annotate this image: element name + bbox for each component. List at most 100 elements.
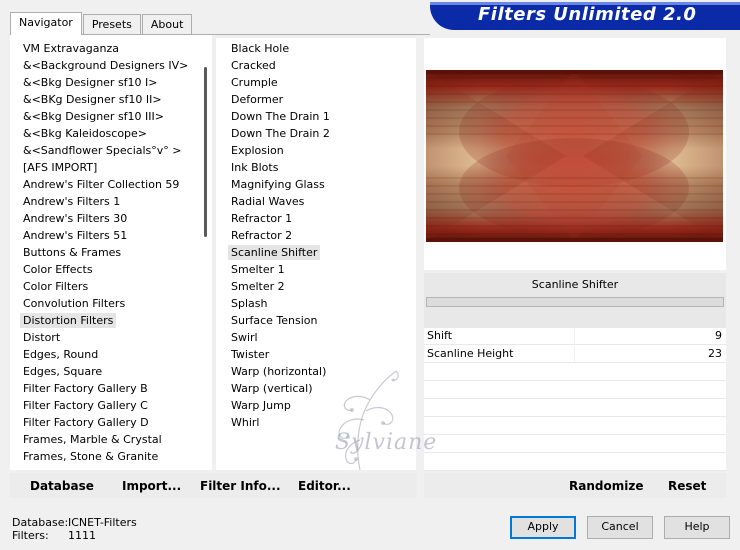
filter-info-button[interactable]: Filter Info... [200, 479, 281, 493]
filter-item-label: Deformer [231, 93, 284, 106]
category-item-label: Andrew's Filters 30 [23, 212, 128, 225]
editor-button[interactable]: Editor... [298, 479, 351, 493]
filter-item-label: Cracked [231, 59, 276, 72]
filter-item-label: Warp Jump [231, 399, 291, 412]
category-item[interactable]: &<Bkg Designer sf10 III> [10, 108, 194, 125]
apply-button[interactable]: Apply [510, 516, 576, 539]
category-item-label: Distort [23, 331, 61, 344]
database-status-label: Database: [12, 516, 69, 529]
parameters-panel: Shift 9 Scanline Height 23 [424, 328, 726, 471]
category-item[interactable]: Frames, Stone & Granite [10, 448, 194, 465]
category-item-label: &<Sandflower Specials°v° > [23, 144, 182, 157]
category-item-label: &<BKg Designer sf10 II> [23, 93, 162, 106]
filter-item[interactable]: Surface Tension [216, 312, 416, 329]
filter-item[interactable]: Down The Drain 1 [216, 108, 416, 125]
category-item[interactable]: Filter Factory Gallery D [10, 414, 194, 431]
filter-item[interactable]: Ink Blots [216, 159, 416, 176]
filter-item[interactable]: Warp (horizontal) [216, 363, 416, 380]
category-item[interactable]: Filter Factory Gallery C [10, 397, 194, 414]
filter-item-label: Surface Tension [231, 314, 318, 327]
filter-name-area: Scanline Shifter [424, 273, 726, 328]
category-item-label: VM Extravaganza [23, 42, 120, 55]
tab-navigator[interactable]: Navigator [10, 12, 82, 35]
category-item[interactable]: Distortion Filters [10, 312, 194, 329]
param-row-empty [424, 364, 726, 381]
database-status-value: ICNET-Filters [68, 516, 137, 529]
param-value[interactable]: 9 [715, 329, 722, 342]
category-scroll-thumb[interactable] [204, 67, 207, 237]
category-item[interactable]: Andrew's Filters 51 [10, 227, 194, 244]
filter-item-label: Smelter 1 [231, 263, 285, 276]
filters-status: Filters: 1111 [12, 529, 96, 542]
tab-about[interactable]: About [141, 14, 193, 34]
category-item[interactable]: Andrew's Filters 1 [10, 193, 194, 210]
param-row-shift[interactable]: Shift 9 [424, 328, 726, 345]
preview-panel [424, 38, 726, 270]
category-item-label: Filter Factory Gallery B [23, 382, 148, 395]
category-item[interactable]: VM Extravaganza [10, 40, 194, 57]
category-item[interactable]: &<Bkg Kaleidoscope> [10, 125, 194, 142]
database-status: Database:ICNET-Filters [12, 516, 137, 529]
cancel-button[interactable]: Cancel [587, 516, 653, 539]
category-item-label: &<Bkg Designer sf10 III> [23, 110, 165, 123]
category-item[interactable]: Edges, Square [10, 363, 194, 380]
param-row-scanline-height[interactable]: Scanline Height 23 [424, 346, 726, 363]
category-item-label: Color Filters [23, 280, 89, 293]
filters-status-label: Filters: [12, 529, 49, 542]
filter-item[interactable]: Whirl [216, 414, 416, 431]
category-item[interactable]: Distort [10, 329, 194, 346]
category-item[interactable]: &<Background Designers IV> [10, 57, 194, 74]
filters-unlimited-window: Navigator Presets About Filters Unlimite… [0, 0, 740, 550]
filter-panel: Black Hole Cracked Crumple Deformer Down The… [216, 38, 416, 470]
category-item-label: Frames, Stone & Granite [23, 450, 159, 463]
category-item[interactable]: Andrew's Filter Collection 59 [10, 176, 194, 193]
category-item-label: Andrew's Filters 51 [23, 229, 128, 242]
filter-item[interactable]: Warp (vertical) [216, 380, 416, 397]
category-item-label: Filter Factory Gallery C [23, 399, 148, 412]
category-item[interactable]: Andrew's Filters 30 [10, 210, 194, 227]
filter-item[interactable]: Magnifying Glass [216, 176, 416, 193]
category-item-label: Andrew's Filters 1 [23, 195, 121, 208]
param-label: Shift [427, 329, 453, 342]
filter-item[interactable]: Refractor 1 [216, 210, 416, 227]
filter-item[interactable]: Swirl [216, 329, 416, 346]
category-item[interactable]: Color Filters [10, 278, 194, 295]
right-toolbar: Randomize Reset [424, 473, 726, 498]
category-item[interactable]: [AFS IMPORT] [10, 159, 194, 176]
randomize-button[interactable]: Randomize [569, 479, 643, 493]
filter-item[interactable]: Cracked [216, 57, 416, 74]
filter-item[interactable]: Smelter 1 [216, 261, 416, 278]
tab-presets[interactable]: Presets [82, 14, 141, 34]
database-button[interactable]: Database [30, 479, 94, 493]
category-item[interactable]: &<BKg Designer sf10 II> [10, 91, 194, 108]
param-value[interactable]: 23 [708, 347, 722, 360]
filter-item[interactable]: Black Hole [216, 40, 416, 57]
category-item[interactable]: Convolution Filters [10, 295, 194, 312]
category-item[interactable]: &<Bkg Designer sf10 I> [10, 74, 194, 91]
category-item[interactable]: &<Sandflower Specials°v° > [10, 142, 194, 159]
help-button[interactable]: Help [664, 516, 730, 539]
category-item[interactable]: Filter Factory Gallery B [10, 380, 194, 397]
filters-status-value: 1111 [68, 529, 96, 542]
filter-item[interactable]: Crumple [216, 74, 416, 91]
filter-item[interactable]: Warp Jump [216, 397, 416, 414]
filter-item[interactable]: Refractor 2 [216, 227, 416, 244]
filter-item[interactable]: Twister [216, 346, 416, 363]
category-item[interactable]: Buttons & Frames [10, 244, 194, 261]
category-item[interactable]: Edges, Round [10, 346, 194, 363]
filter-item[interactable]: Down The Drain 2 [216, 125, 416, 142]
category-scrollbar[interactable] [202, 45, 210, 460]
filter-item[interactable]: Splash [216, 295, 416, 312]
category-item[interactable]: Color Effects [10, 261, 194, 278]
filter-item[interactable]: Scanline Shifter [216, 244, 416, 261]
import-button[interactable]: Import... [122, 479, 181, 493]
filter-item[interactable]: Smelter 2 [216, 278, 416, 295]
filter-item[interactable]: Radial Waves [216, 193, 416, 210]
param-row-empty [424, 454, 726, 471]
filter-item[interactable]: Explosion [216, 142, 416, 159]
filter-progress-bar [426, 297, 724, 307]
filter-item[interactable]: Deformer [216, 91, 416, 108]
filter-item-label: Splash [231, 297, 268, 310]
reset-button[interactable]: Reset [668, 479, 706, 493]
category-item[interactable]: Frames, Marble & Crystal [10, 431, 194, 448]
